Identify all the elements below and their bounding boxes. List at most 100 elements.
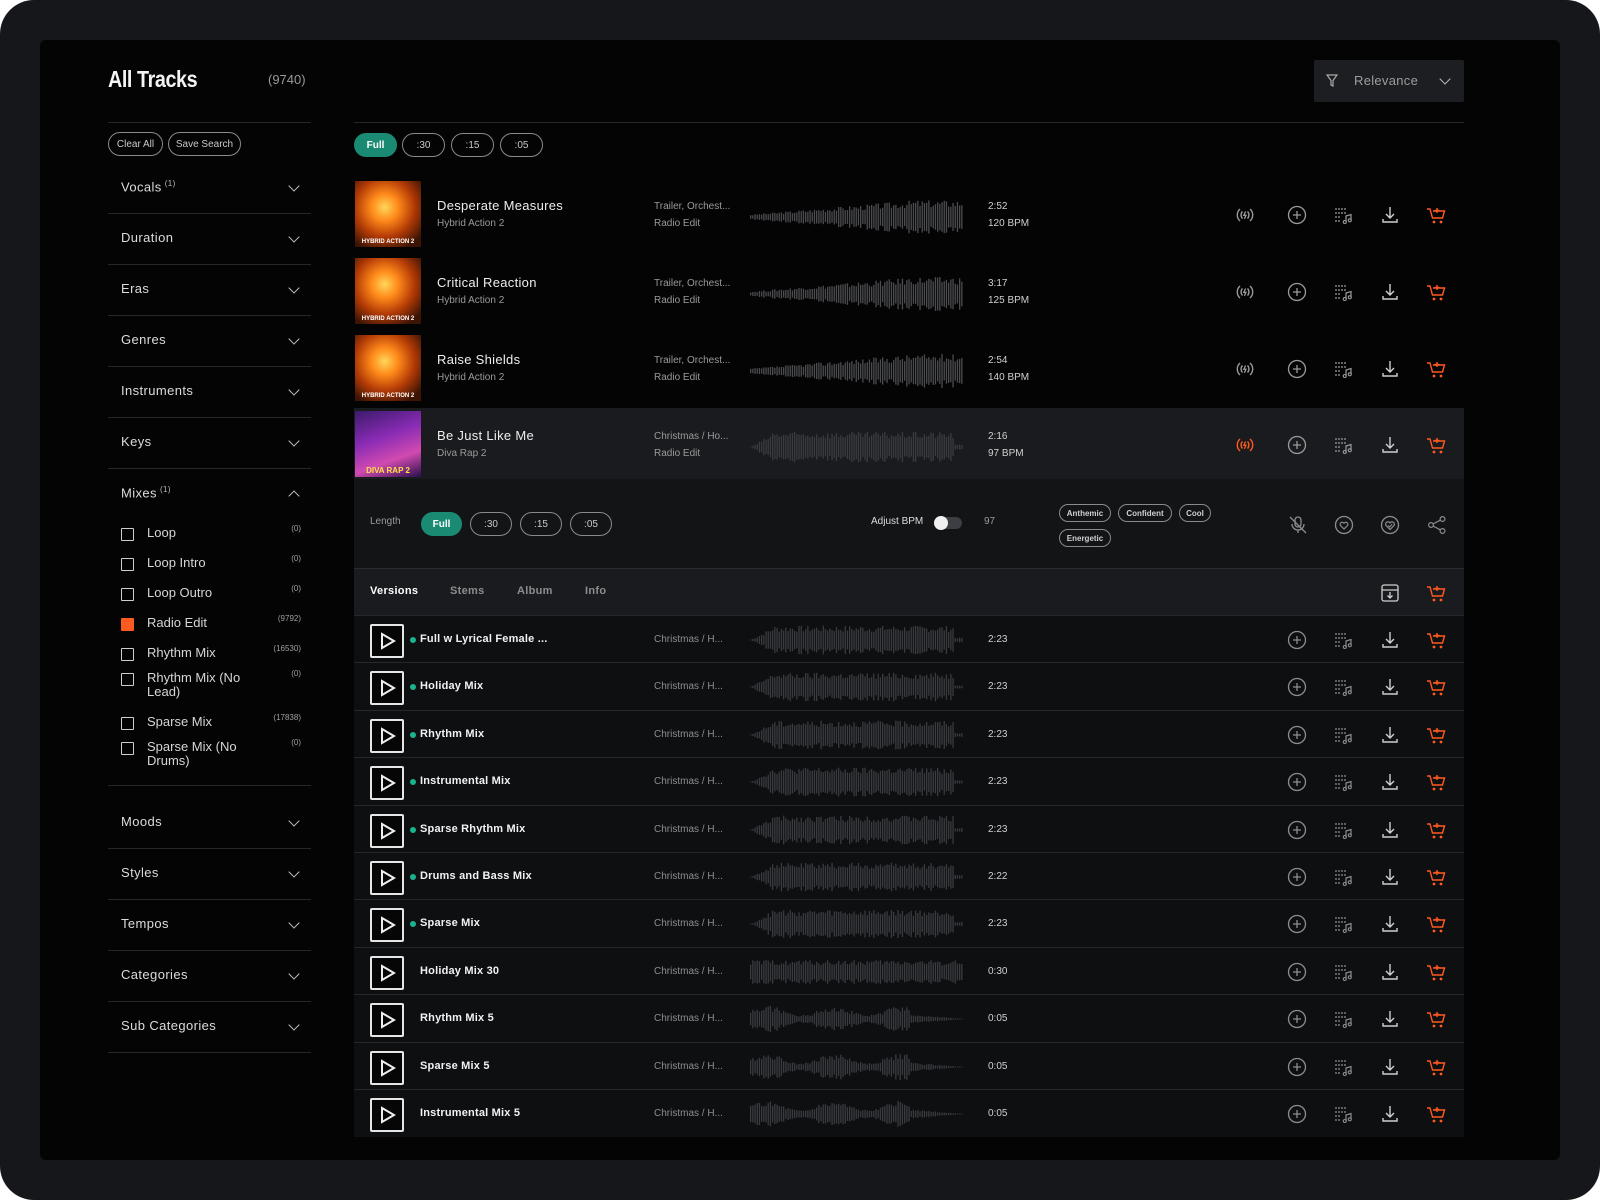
version-row[interactable]: Sparse Rhythm Mix Christmas / H... 2:23 [354,804,1464,853]
add-icon[interactable] [1286,961,1308,983]
mood-tag[interactable]: Cool [1179,504,1211,522]
mute-icon[interactable] [1287,514,1309,536]
waveform[interactable] [750,1051,965,1083]
cart-icon[interactable] [1425,358,1447,380]
download-icon[interactable] [1379,676,1401,698]
add-icon[interactable] [1286,434,1308,456]
playlist-icon[interactable] [1332,866,1354,888]
playlist-icon[interactable] [1332,724,1354,746]
cart-icon[interactable] [1425,866,1447,888]
version-row[interactable]: Rhythm Mix 5 Christmas / H... 0:05 [354,994,1464,1043]
mix-option[interactable]: Loop Outro (0) [121,584,301,616]
cart-icon[interactable] [1425,724,1447,746]
cart-icon[interactable] [1425,771,1447,793]
cart-icon[interactable] [1425,629,1447,651]
add-icon[interactable] [1286,1056,1308,1078]
playlist-icon[interactable] [1332,358,1354,380]
playlist-icon[interactable] [1332,819,1354,841]
album-art[interactable]: DIVA RAP 2 [355,411,421,477]
checkbox[interactable] [121,618,134,631]
cart-icon[interactable] [1425,204,1447,226]
mix-option[interactable]: Loop (0) [121,524,301,556]
save-search-button[interactable]: Save Search [168,132,241,156]
playlist-icon[interactable] [1332,961,1354,983]
mix-option[interactable]: Loop Intro (0) [121,554,301,586]
checkbox[interactable] [121,673,134,686]
add-icon[interactable] [1286,358,1308,380]
cart-icon[interactable] [1425,913,1447,935]
filter-duration[interactable]: Duration [108,213,311,265]
length-filter-2[interactable]: :15 [451,133,494,157]
stream-icon[interactable] [1234,204,1256,226]
checkbox[interactable] [121,742,134,755]
play-button[interactable] [370,624,404,658]
stream-icon[interactable] [1234,281,1256,303]
waveform[interactable] [750,766,965,798]
album-art[interactable]: HYBRID ACTION 2 [355,258,421,324]
track-album[interactable]: Hybrid Action 2 [437,218,504,229]
mix-option[interactable]: Rhythm Mix (No Lead) (0) [121,669,301,701]
tab-versions[interactable]: Versions [370,585,418,597]
share-icon[interactable] [1426,514,1448,536]
playlist-icon[interactable] [1332,676,1354,698]
waveform[interactable] [750,430,965,464]
cart-icon[interactable] [1425,1103,1447,1125]
playlist-icon[interactable] [1332,1008,1354,1030]
download-icon[interactable] [1379,281,1401,303]
album-art[interactable]: HYBRID ACTION 2 [355,181,421,247]
playlist-icon[interactable] [1332,1056,1354,1078]
track-album[interactable]: Hybrid Action 2 [437,295,504,306]
track-album[interactable]: Diva Rap 2 [437,448,486,459]
track-row[interactable]: DIVA RAP 2 Be Just Like Me Diva Rap 2 Chris… [354,408,1464,485]
waveform[interactable] [750,277,965,311]
filter-tempos[interactable]: Tempos [108,899,311,951]
add-icon[interactable] [1286,866,1308,888]
checkbox[interactable] [121,648,134,661]
waveform[interactable] [750,814,965,846]
version-row[interactable]: Instrumental Mix 5 Christmas / H... 0:05 [354,1089,1464,1137]
download-icon[interactable] [1379,358,1401,380]
playlist-icon[interactable] [1332,771,1354,793]
add-icon[interactable] [1286,204,1308,226]
download-icon[interactable] [1379,1056,1401,1078]
cart-icon[interactable] [1425,819,1447,841]
version-row[interactable]: Sparse Mix 5 Christmas / H... 0:05 [354,1041,1464,1090]
cart-icon[interactable] [1425,676,1447,698]
version-row[interactable]: Holiday Mix 30 Christmas / H... 0:30 [354,946,1464,995]
track-title[interactable]: Desperate Measures [437,198,563,213]
track-title[interactable]: Be Just Like Me [437,428,534,443]
playlist-icon[interactable] [1332,434,1354,456]
playlist-icon[interactable] [1332,913,1354,935]
filter-sub-categories[interactable]: Sub Categories [108,1001,311,1053]
filter-moods[interactable]: Moods [108,797,311,849]
waveform[interactable] [750,200,965,234]
heart-icon[interactable] [1333,514,1355,536]
tab-album[interactable]: Album [517,585,553,597]
download-icon[interactable] [1379,819,1401,841]
album-art[interactable]: HYBRID ACTION 2 [355,335,421,401]
waveform[interactable] [750,624,965,656]
add-icon[interactable] [1286,771,1308,793]
panel-length-1[interactable]: :30 [470,512,512,536]
tab-stems[interactable]: Stems [450,585,485,597]
cart-icon[interactable] [1425,281,1447,303]
panel-length-2[interactable]: :15 [520,512,562,536]
stream-icon[interactable] [1234,358,1256,380]
version-row[interactable]: Holiday Mix Christmas / H... 2:23 [354,662,1464,711]
checkbox[interactable] [121,558,134,571]
track-row[interactable]: HYBRID ACTION 2 Raise Shields Hybrid Actio… [354,332,1464,409]
play-button[interactable] [370,1003,404,1038]
download-icon[interactable] [1379,434,1401,456]
length-filter-3[interactable]: :05 [500,133,543,157]
version-row[interactable]: Drums and Bass Mix Christmas / H... 2:22 [354,852,1464,900]
track-row[interactable]: HYBRID ACTION 2 Critical Reaction Hybrid A… [354,255,1464,332]
add-icon[interactable] [1286,281,1308,303]
version-row[interactable]: Instrumental Mix Christmas / H... 2:23 [354,757,1464,806]
version-row[interactable]: Sparse Mix Christmas / H... 2:23 [354,899,1464,948]
add-icon[interactable] [1286,724,1308,746]
mood-tag[interactable]: Anthemic [1059,504,1111,522]
filter-styles[interactable]: Styles [108,848,311,900]
filter-keys[interactable]: Keys [108,417,311,469]
download-icon[interactable] [1379,866,1401,888]
download-icon[interactable] [1379,913,1401,935]
